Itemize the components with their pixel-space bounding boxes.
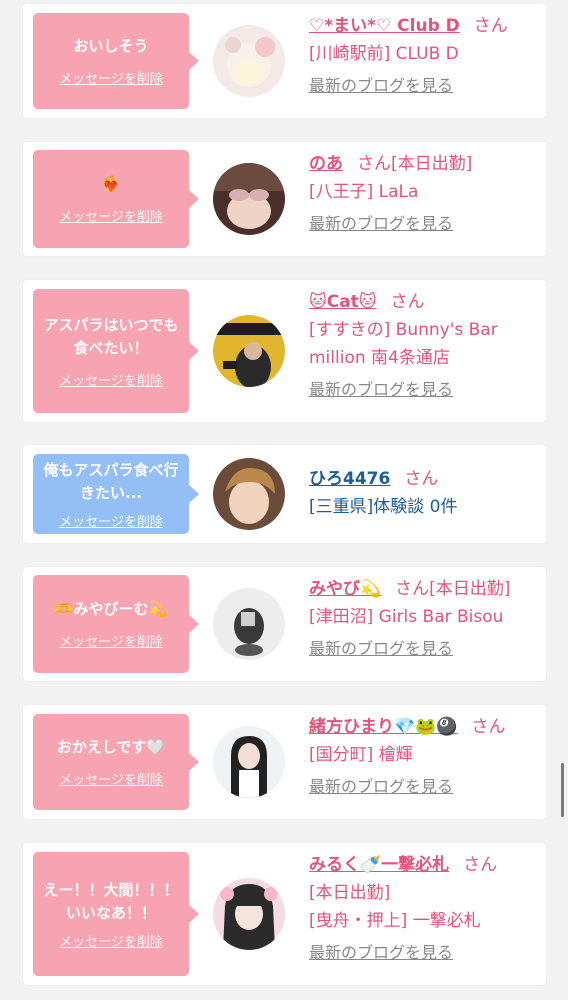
message-bubble: えー！！大間！！！いいなあ！！ メッセージを削除 [33,852,199,976]
status-text: [本日出勤] [429,579,511,599]
list-item: 俺もアスパラ食べ行きたい... メッセージを削除 ひろ4476 さん [三重県]体… [23,445,546,543]
avatar-photo [213,588,285,660]
message-bubble: おいしそう メッセージを削除 [33,13,199,109]
message-text: アスパラはいつでも食べたい！ [43,315,179,357]
status-text: [本日出勤] [391,154,473,174]
profile-info: ♡*まい*♡ Club D さん [川崎駅前] CLUB D 最新のブログを見る [309,12,538,100]
list-item: ❤️‍🔥 メッセージを削除 のあ さん[本日出勤] [八王子] LaLa 最新のブ… [23,142,546,256]
message-bubble: おかえしです🤍 メッセージを削除 [33,714,199,810]
message-text: 俺もアスパラ食べ行きたい... [43,460,179,502]
profile-info: 🐱Cat🐱 さん [すすきの] Bunny's Bar million 南4条通店… [309,288,538,404]
blog-link[interactable]: 最新のブログを見る [309,72,538,100]
avatar-photo [213,25,285,97]
avatar[interactable] [213,458,285,530]
status-detail: [本日出勤] [309,883,391,903]
shop-detail: [曳舟・押上] 一撃必札 [309,911,481,931]
san-label: さん [357,154,391,174]
message-bubble: 🫶みやびーむ💫 メッセージを削除 [33,575,199,673]
message-text: ❤️‍🔥 [101,175,121,193]
blog-link[interactable]: 最新のブログを見る [309,376,538,404]
message-text: 🫶みやびーむ💫 [54,600,168,618]
shop-detail: [津田沼] Girls Bar Bisou [309,607,504,627]
message-text: おかえしです🤍 [56,738,166,756]
list-item: 🫶みやびーむ💫 メッセージを削除 みやび💫 さん[本日出勤] [津田沼] Girl… [23,567,546,681]
avatar[interactable] [213,588,285,660]
shop-detail: [川崎駅前] CLUB D [309,44,459,64]
blog-link[interactable]: 最新のブログを見る [309,210,538,238]
san-label: さん [473,16,508,36]
list-item: おかえしです🤍 メッセージを削除 緒方ひまり💎🐸🎱 さん [国分町] 檜輝 最新の… [23,705,546,819]
shop-detail: million 南4条通店 [309,348,450,368]
shop-detail: [すすきの] Bunny's Bar [309,320,498,340]
avatar[interactable] [213,315,285,387]
shop-detail: [八王子] LaLa [309,182,419,202]
avatar-photo [213,878,285,950]
message-bubble: ❤️‍🔥 メッセージを削除 [33,150,199,248]
profile-name-link[interactable]: ♡*まい*♡ Club D [309,16,460,36]
avatar-photo [213,458,285,530]
avatar-photo [213,163,285,235]
profile-info: みるく🍼一撃必札 さん [本日出勤] [曳舟・押上] 一撃必札 最新のブログを見る [309,851,538,967]
delete-message-link[interactable]: メッセージを削除 [59,769,163,788]
list-item: アスパラはいつでも食べたい！ メッセージを削除 🐱Cat🐱 さん [すすきの] B… [23,280,546,422]
scrollbar[interactable] [561,763,564,817]
delete-message-link[interactable]: メッセージを削除 [59,206,163,225]
avatar[interactable] [213,726,285,798]
avatar-photo [213,315,285,387]
list-item: えー！！大間！！！いいなあ！！ メッセージを削除 みるく🍼一撃必札 さん [本日出… [23,843,546,985]
delete-message-link[interactable]: メッセージを削除 [59,631,163,650]
delete-message-link[interactable]: メッセージを削除 [59,931,163,950]
profile-info: 緒方ひまり💎🐸🎱 さん [国分町] 檜輝 最新のブログを見る [309,713,538,801]
message-text: おいしそう [73,37,149,55]
message-bubble: アスパラはいつでも食べたい！ メッセージを削除 [33,289,199,413]
avatar[interactable] [213,163,285,235]
san-label: さん [390,292,425,312]
blog-link[interactable]: 最新のブログを見る [309,939,538,967]
list-item: おいしそう メッセージを削除 ♡*まい*♡ Club D さん [川崎駅前] CL… [23,4,546,118]
avatar[interactable] [213,878,285,950]
profile-name-link[interactable]: 緒方ひまり💎🐸🎱 [309,717,458,737]
profile-name-link[interactable]: ひろ4476 [309,469,390,489]
message-bubble: 俺もアスパラ食べ行きたい... メッセージを削除 [33,454,199,534]
message-text: えー！！大間！！！いいなあ！！ [43,880,179,922]
blog-link[interactable]: 最新のブログを見る [309,635,538,663]
profile-info: のあ さん[本日出勤] [八王子] LaLa 最新のブログを見る [309,150,538,238]
profile-info: みやび💫 さん[本日出勤] [津田沼] Girls Bar Bisou 最新のブロ… [309,575,538,663]
avatar[interactable] [213,25,285,97]
profile-name-link[interactable]: のあ [309,154,343,174]
profile-info: ひろ4476 さん [三重県]体験談 0件 [309,465,538,521]
blog-link[interactable]: 最新のブログを見る [309,773,538,801]
shop-detail: [国分町] 檜輝 [309,745,413,765]
profile-name-link[interactable]: みやび💫 [309,579,381,599]
profile-name-link[interactable]: 🐱Cat🐱 [309,292,377,312]
san-label: さん [395,579,430,599]
san-label: さん [404,469,439,489]
san-label: さん [471,717,506,737]
profile-name-link[interactable]: みるく🍼一撃必札 [309,855,449,875]
review-detail: [三重県]体験談 0件 [309,497,458,517]
san-label: さん [463,855,498,875]
delete-message-link[interactable]: メッセージを削除 [59,370,163,389]
delete-message-link[interactable]: メッセージを削除 [59,511,163,530]
delete-message-link[interactable]: メッセージを削除 [59,68,163,87]
avatar-photo [213,726,285,798]
